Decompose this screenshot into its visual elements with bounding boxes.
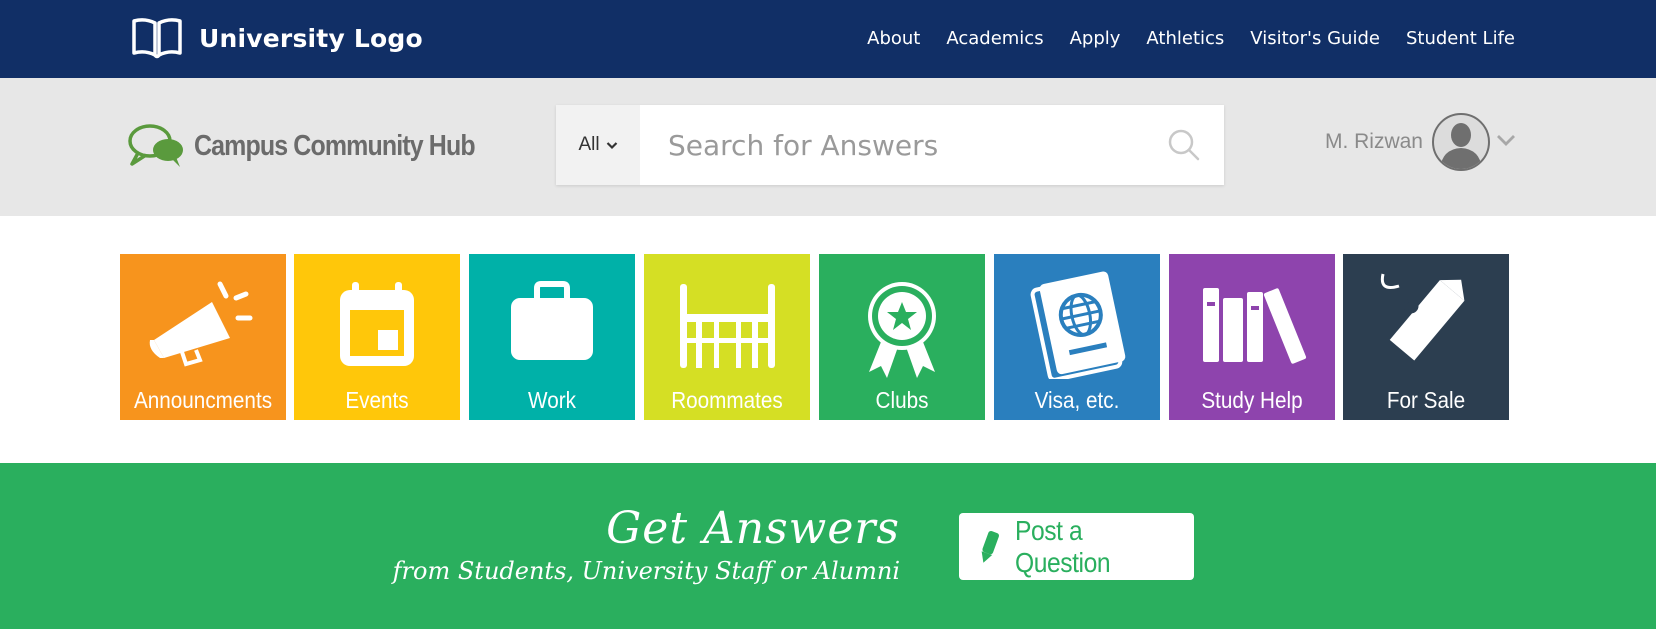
briefcase-icon <box>511 281 593 360</box>
search-bar: All <box>556 105 1224 185</box>
nav-link-student-life[interactable]: Student Life <box>1406 28 1515 49</box>
tile-events[interactable]: Events <box>294 254 460 420</box>
user-name: M. Rizwan <box>1324 130 1423 153</box>
tile-work[interactable]: Work <box>469 254 635 420</box>
pencil-icon <box>981 530 1000 563</box>
bunk-bed-icon <box>680 284 775 368</box>
tile-label: Clubs <box>875 387 929 413</box>
tile-label: Announcments <box>133 387 273 413</box>
chevron-down-icon <box>606 134 618 156</box>
megaphone-icon <box>149 281 253 367</box>
calendar-icon <box>340 282 414 366</box>
cta-band: Get Answers from Students, University St… <box>0 463 1656 629</box>
post-question-label: Post a Question <box>1015 514 1111 578</box>
tile-announcements[interactable]: Announcments <box>120 254 286 420</box>
open-book-icon <box>132 18 182 59</box>
top-nav-bar: University Logo About Academics Apply At… <box>0 0 1656 78</box>
university-logo[interactable]: University Logo <box>131 17 423 59</box>
tile-for-sale[interactable]: For Sale <box>1343 254 1509 420</box>
avatar[interactable] <box>1432 113 1490 171</box>
price-tag-icon <box>1380 273 1465 361</box>
tile-label: Roommates <box>671 387 783 413</box>
tile-roommates[interactable]: Roommates <box>644 254 810 420</box>
award-ribbon-icon <box>868 282 936 378</box>
tile-study-help[interactable]: Study Help <box>1169 254 1335 420</box>
user-silhouette-icon <box>1440 123 1482 169</box>
tile-label: Visa, etc. <box>1034 387 1120 413</box>
tile-label: For Sale <box>1386 387 1466 413</box>
chat-bubbles-icon <box>128 124 183 167</box>
tile-label: Work <box>528 387 576 413</box>
search-icon[interactable] <box>1144 105 1224 185</box>
books-icon <box>1203 288 1307 364</box>
user-menu[interactable]: M. Rizwan <box>1325 112 1516 172</box>
main-nav: About Academics Apply Athletics Visitor'… <box>867 24 1515 52</box>
tile-label: Events <box>345 387 409 413</box>
tile-label: Study Help <box>1201 387 1303 413</box>
header-band: Campus Community Hub All M. Rizwan <box>0 78 1656 216</box>
tile-visa[interactable]: Visa, etc. <box>994 254 1160 420</box>
cta-title: Get Answers <box>606 503 900 554</box>
nav-link-apply[interactable]: Apply <box>1070 28 1121 49</box>
category-tiles: Announcments Events Work Roommates Clubs… <box>120 254 1510 421</box>
passport-icon <box>1030 271 1126 379</box>
search-input[interactable] <box>640 105 1144 185</box>
nav-link-about[interactable]: About <box>867 28 920 49</box>
nav-link-athletics[interactable]: Athletics <box>1146 28 1224 49</box>
university-logo-text: University Logo <box>199 23 423 53</box>
cta-subtitle: from Students, University Staff or Alumn… <box>392 557 900 585</box>
search-scope-dropdown[interactable]: All <box>556 105 640 185</box>
hub-name: Campus Community Hub <box>194 129 476 162</box>
nav-link-visitors-guide[interactable]: Visitor's Guide <box>1250 28 1380 49</box>
chevron-down-icon[interactable] <box>1496 133 1516 151</box>
nav-link-academics[interactable]: Academics <box>946 28 1043 49</box>
search-scope-label: All <box>578 134 600 155</box>
post-question-button[interactable]: Post a Question <box>959 513 1194 580</box>
hub-logo[interactable]: Campus Community Hub <box>126 118 520 174</box>
tile-clubs[interactable]: Clubs <box>819 254 985 420</box>
